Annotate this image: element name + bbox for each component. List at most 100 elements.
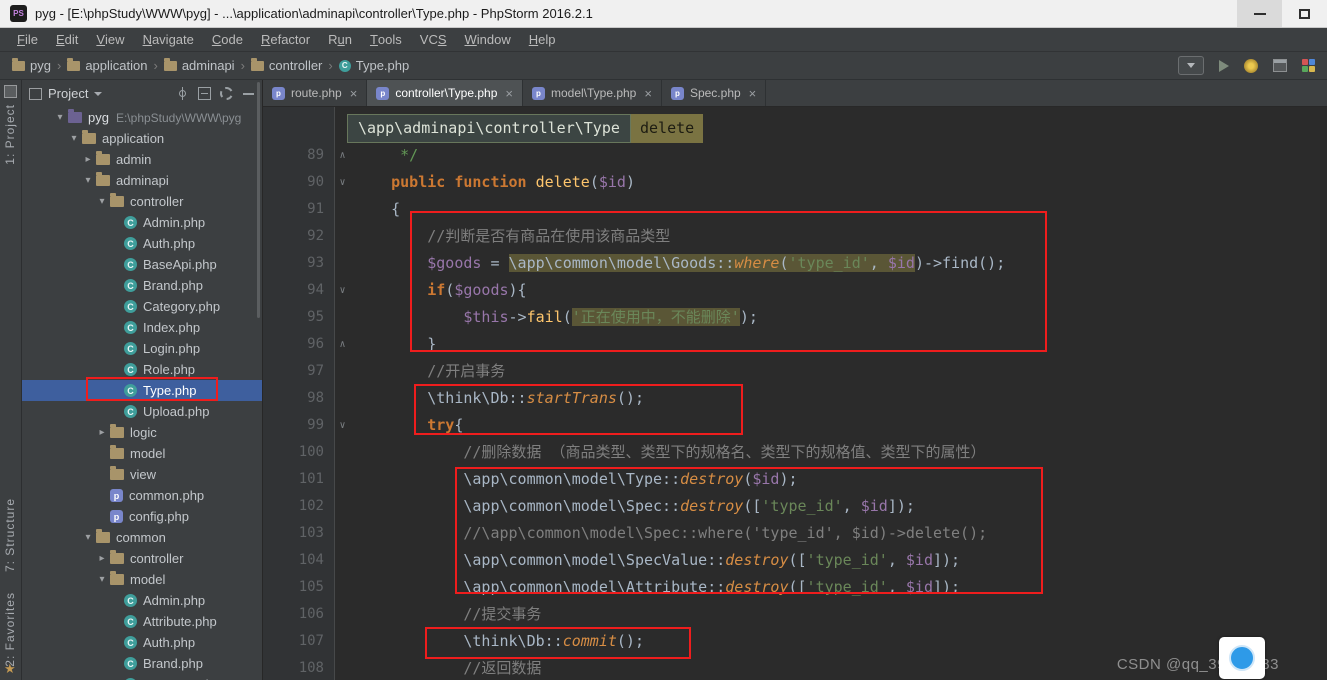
code-text[interactable]: //判断是否有商品在使用该商品类型 [350,223,670,250]
minimize-button[interactable] [1237,0,1282,27]
code-text[interactable]: $this->fail('正在使用中，不能删除'); [350,304,758,331]
favorites-star-icon[interactable]: ★ [4,661,16,677]
close-icon[interactable]: × [749,86,757,101]
coverage-sun-icon[interactable] [1244,58,1258,73]
close-icon[interactable]: × [350,86,358,101]
tree-item-view[interactable]: view [22,464,262,485]
tree-item-baseapi-php[interactable]: C BaseApi.php [22,254,262,275]
tree-item-login-php[interactable]: C Login.php [22,338,262,359]
code-text[interactable]: } [350,331,436,358]
run-icon[interactable] [1219,59,1229,72]
collapse-all-icon[interactable] [198,87,211,100]
tree-item-admin[interactable]: ▸ admin [22,149,262,170]
expanded-arrow-icon[interactable]: ▾ [94,196,110,207]
expanded-arrow-icon[interactable]: ▾ [80,175,96,186]
code-text[interactable]: { [350,196,400,223]
tree-item-logic[interactable]: ▸ logic [22,422,262,443]
tree-item-controller[interactable]: ▾ controller [22,191,262,212]
tree-item-brand-php[interactable]: C Brand.php [22,653,262,674]
code-text[interactable]: try{ [350,412,463,439]
menu-vcs[interactable]: VC S [411,28,456,51]
code-text[interactable]: if($goods){ [350,277,526,304]
tree-item-auth-php[interactable]: C Auth.php [22,233,262,254]
menu-code[interactable]: Code [203,28,252,51]
panel-dropdown-icon[interactable] [94,91,103,96]
code-text[interactable]: \think\Db::startTrans(); [350,385,644,412]
fold-up-icon[interactable]: ∧ [335,142,350,169]
menu-window[interactable]: Window [456,28,520,51]
collapsed-arrow-icon[interactable]: ▸ [94,553,110,564]
menu-run[interactable]: Run [319,28,361,51]
tree-item-adminapi[interactable]: ▾ adminapi [22,170,262,191]
code-text[interactable]: \app\common\model\Attribute::destroy(['t… [350,574,960,601]
expanded-arrow-icon[interactable]: ▾ [80,532,96,543]
fold-down-icon[interactable]: ∨ [335,412,350,439]
tree-item-admin-php[interactable]: C Admin.php [22,590,262,611]
toolwindow-structure-button[interactable]: 7: Structure [3,498,17,572]
tree-item-auth-php[interactable]: C Auth.php [22,632,262,653]
tab-model-type-php[interactable]: p model\Type.php × [523,80,662,106]
tree-item-model[interactable]: model [22,443,262,464]
tree-item-model[interactable]: ▾ model [22,569,262,590]
code-text[interactable]: //提交事务 [350,601,541,628]
code-text[interactable]: \think\Db::commit(); [350,628,644,655]
menu-tools[interactable]: Tools [361,28,411,51]
tree-item-admin-php[interactable]: C Admin.php [22,212,262,233]
tree-item-pyg[interactable]: ▾ pyg E:\phpStudy\WWW\pyg [22,107,262,128]
tab-controller-type-php[interactable]: p controller\Type.php × [367,80,523,106]
code-text[interactable]: */ [350,142,418,169]
tree-item-common[interactable]: ▾ common [22,527,262,548]
tree-item-index-php[interactable]: C Index.php [22,317,262,338]
tree-item-controller[interactable]: ▸ controller [22,548,262,569]
tree-scrollbar[interactable] [257,82,260,318]
tool-window-icon[interactable] [4,85,17,98]
locate-file-icon[interactable] [176,87,189,100]
code-text[interactable]: $goods = \app\common\model\Goods::where(… [350,250,1005,277]
menu-navigate[interactable]: Navigate [134,28,203,51]
tree-item-attribute-php[interactable]: C Attribute.php [22,611,262,632]
menu-file[interactable]: File [8,28,47,51]
tree-item-category-php[interactable]: C Category.php [22,296,262,317]
breadcrumb-item-controller[interactable]: controller [250,57,322,73]
code-text[interactable]: //删除数据 （商品类型、类型下的规格名、类型下的规格值、类型下的属性） [350,439,985,466]
tab-route-php[interactable]: p route.php × [263,80,368,106]
layout-grid-icon[interactable] [1273,59,1287,72]
code-text[interactable]: //开启事务 [350,358,505,385]
tree-item-config-php[interactable]: p config.php [22,506,262,527]
collapsed-arrow-icon[interactable]: ▸ [94,427,110,438]
tree-item-common-php[interactable]: p common.php [22,485,262,506]
gear-icon[interactable] [220,87,233,100]
fold-up-icon[interactable]: ∧ [335,331,350,358]
menu-help[interactable]: Help [520,28,565,51]
tree-item-upload-php[interactable]: C Upload.php [22,401,262,422]
tree-item-role-php[interactable]: C Role.php [22,359,262,380]
maximize-button[interactable] [1282,0,1327,27]
run-config-dropdown[interactable] [1178,56,1204,75]
collapsed-arrow-icon[interactable]: ▸ [80,154,96,165]
menu-edit[interactable]: Edit [47,28,87,51]
code-text[interactable]: \app\common\model\Type::destroy($id); [350,466,797,493]
breadcrumb-item-pyg[interactable]: pyg [12,57,51,73]
hide-panel-icon[interactable] [242,87,255,100]
toolwindow-favorites-button[interactable]: 2: Favorites [3,592,17,667]
tab-spec-php[interactable]: p Spec.php × [662,80,767,106]
expanded-arrow-icon[interactable]: ▾ [94,574,110,585]
tree-item-brand-php[interactable]: C Brand.php [22,275,262,296]
menu-refactor[interactable]: Refactor [252,28,319,51]
fold-down-icon[interactable]: ∨ [335,169,350,196]
colorful-plugin-icon[interactable] [1302,59,1315,72]
fold-down-icon[interactable]: ∨ [335,277,350,304]
code-text[interactable]: //\app\common\model\Spec::where('type_id… [350,520,987,547]
project-panel-title[interactable]: Project [48,86,88,101]
tree-item-application[interactable]: ▾ application [22,128,262,149]
code-text[interactable]: //返回数据 [350,655,541,680]
code-text[interactable]: public function delete($id) [350,169,635,196]
expanded-arrow-icon[interactable]: ▾ [52,112,68,123]
breadcrumb-item-type-php[interactable]: C Type.php [338,58,409,73]
menu-view[interactable]: View [87,28,133,51]
close-icon[interactable]: × [505,86,513,101]
tree-item-type-php[interactable]: C Type.php [22,380,262,401]
toolwindow-project-button[interactable]: 1: Project [3,104,17,165]
expanded-arrow-icon[interactable]: ▾ [66,133,82,144]
code-text[interactable]: \app\common\model\Spec::destroy(['type_i… [350,493,915,520]
